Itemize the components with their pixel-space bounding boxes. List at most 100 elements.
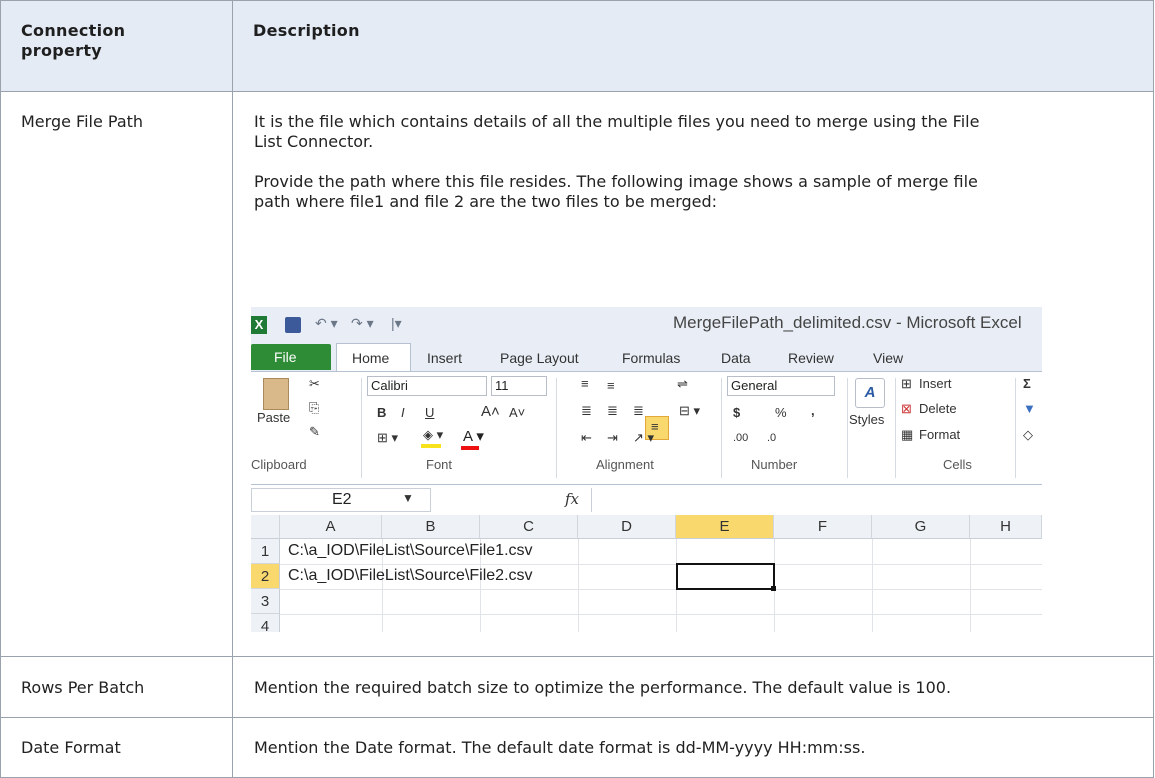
description-paragraph-2: Provide the path where this file resides… <box>254 172 1134 212</box>
wrap-text-icon: ⇌ <box>677 376 688 391</box>
font-name-box: Calibri <box>367 376 487 396</box>
save-icon <box>285 317 301 333</box>
property-name: Date Format <box>21 738 121 757</box>
tab-page-layout: Page Layout <box>500 350 579 366</box>
property-cell: Merge File Path <box>0 91 233 657</box>
select-all-corner <box>251 515 280 539</box>
name-box-value: E2 <box>332 491 352 508</box>
align-top-icon: ≡ <box>581 376 589 391</box>
percent-icon: % <box>775 405 787 420</box>
increase-indent-icon: ⇥ <box>607 430 618 445</box>
fill-handle <box>771 586 776 591</box>
column-header: B <box>382 515 480 539</box>
group-number: Number <box>751 457 798 472</box>
align-middle-icon: ≡ <box>607 378 615 393</box>
name-box: E2 ▼ <box>251 488 431 512</box>
tab-review: Review <box>788 350 834 366</box>
group-clipboard: Clipboard <box>251 457 307 472</box>
decrease-indent-icon: ⇤ <box>581 430 592 445</box>
number-format-box: General <box>727 376 835 396</box>
row-header-selected: 2 <box>251 564 280 589</box>
row-header: 4 <box>251 614 280 632</box>
decrease-decimal-icon: .0 <box>767 432 777 444</box>
column-header: H <box>970 515 1042 539</box>
delete-cells-icon: ⊠ <box>901 401 912 416</box>
property-cell: Rows Per Batch <box>0 656 233 718</box>
column-header-selected: E <box>676 515 774 539</box>
shrink-font-icon: A˅ <box>509 405 526 420</box>
property-name: Rows Per Batch <box>21 678 145 697</box>
delete-cells-label: Delete <box>919 401 957 416</box>
increase-decimal-icon: .00 <box>733 432 749 444</box>
header-property-line1: Connection <box>21 21 126 40</box>
para1-line1: It is the file which contains details of… <box>254 112 980 131</box>
tab-insert: Insert <box>427 350 463 366</box>
align-right-icon: ≣ <box>633 403 644 418</box>
para2-line2: path where file1 and file 2 are the two … <box>254 192 718 211</box>
excel-screenshot: X ↶ ▾ ↷ ▾ |▾ MergeFilePath_delimited.csv… <box>251 307 1042 632</box>
excel-ribbon-tabs: File Home Insert Page Layout Formulas Da… <box>251 340 1042 373</box>
description-text: Mention the required batch size to optim… <box>254 678 952 697</box>
customize-icon: |▾ <box>391 315 402 331</box>
borders-icon: ⊞ ▾ <box>377 430 399 445</box>
tab-formulas: Formulas <box>622 350 681 366</box>
styles-label: Styles <box>849 412 885 427</box>
underline-icon: U <box>425 405 435 420</box>
styles-icon: A <box>855 378 885 408</box>
format-painter-icon: ✎ <box>309 424 320 439</box>
property-name: Merge File Path <box>21 112 144 131</box>
grow-font-icon: A˄ <box>481 403 500 420</box>
paste-label: Paste <box>257 410 291 425</box>
tab-data: Data <box>721 350 751 366</box>
font-color-icon: A ▾ <box>463 428 484 445</box>
redo-icon: ↷ ▾ <box>351 315 374 331</box>
tab-home: Home <box>352 350 390 366</box>
table-header-row: Connection property Description <box>0 0 1155 92</box>
fill-icon: ▼ <box>1023 401 1036 416</box>
description-text: Mention the Date format. The default dat… <box>254 738 866 757</box>
merge-icon: ⊟ ▾ <box>679 403 701 418</box>
column-header: G <box>872 515 970 539</box>
undo-icon: ↶ ▾ <box>315 315 338 331</box>
insert-cells-icon: ⊞ <box>901 376 912 391</box>
selected-cell-e2 <box>676 563 775 590</box>
formula-bar: E2 ▼ fx <box>251 485 1042 516</box>
cell-a2: C:\a_IOD\FileList\Source\File2.csv <box>288 567 533 584</box>
column-header: A <box>280 515 382 539</box>
name-box-dropdown-icon: ▼ <box>402 491 414 505</box>
property-cell: Date Format <box>0 717 233 778</box>
table-row: Rows Per Batch Mention the required batc… <box>0 656 1155 718</box>
column-header: C <box>480 515 578 539</box>
description-cell: Mention the required batch size to optim… <box>232 656 1154 718</box>
align-left-icon: ≣ <box>581 403 592 418</box>
fill-color-icon <box>421 444 441 448</box>
header-property-line2: property <box>21 41 103 60</box>
excel-logo-icon: X <box>251 316 267 334</box>
column-header: F <box>774 515 872 539</box>
font-size-box: 11 <box>491 376 547 396</box>
description-paragraph-1: It is the file which contains details of… <box>254 112 1134 152</box>
description-cell: Mention the Date format. The default dat… <box>232 717 1154 778</box>
excel-window-title: MergeFilePath_delimited.csv - Microsoft … <box>673 313 1022 332</box>
row-header: 3 <box>251 589 280 614</box>
spreadsheet-grid: A B C D E F G H 1 2 3 4 C:\a_IOD\FileLis… <box>251 515 1042 632</box>
autosum-icon: Σ <box>1023 376 1031 391</box>
table-row: Date Format Mention the Date format. The… <box>0 717 1155 778</box>
align-center-icon: ≣ <box>607 403 618 418</box>
tab-view: View <box>873 350 904 366</box>
excel-ribbon: Paste ✂ ⎘ ✎ Clipboard Calibri 11 B I U A… <box>251 371 1042 485</box>
orientation-icon: ↗ ▾ <box>633 430 655 445</box>
group-font: Font <box>426 457 453 472</box>
group-alignment: Alignment <box>596 457 654 472</box>
currency-icon: $ <box>733 405 741 420</box>
italic-icon: I <box>401 405 405 420</box>
group-cells: Cells <box>943 457 972 472</box>
fx-icon: fx <box>565 490 580 508</box>
cell-a1: C:\a_IOD\FileList\Source\File1.csv <box>288 542 533 559</box>
tab-file: File <box>251 344 331 370</box>
header-description: Description <box>253 21 360 40</box>
format-cells-icon: ▦ <box>901 427 914 442</box>
header-cell-property: Connection property <box>0 0 233 92</box>
clear-icon: ◇ <box>1023 427 1033 442</box>
excel-title-bar: X ↶ ▾ ↷ ▾ |▾ MergeFilePath_delimited.csv… <box>251 307 1042 340</box>
